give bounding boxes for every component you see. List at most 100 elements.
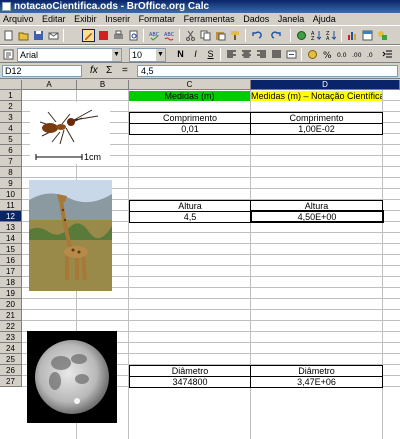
menu-arquivo[interactable]: Arquivo (0, 13, 37, 25)
column-header-d[interactable]: D (251, 80, 400, 90)
cell-c1[interactable]: Medidas (m) (129, 91, 250, 101)
svg-text:ABC: ABC (164, 32, 175, 38)
row-header[interactable]: 21 (0, 310, 22, 321)
menu-exibir[interactable]: Exibir (71, 13, 100, 25)
delete-decimal-icon[interactable]: .0 (366, 48, 379, 61)
copy-icon[interactable] (199, 29, 212, 42)
undo-icon[interactable] (250, 29, 263, 42)
menu-inserir[interactable]: Inserir (102, 13, 133, 25)
spellcheck-icon[interactable]: ABC (148, 29, 161, 42)
cell-d26[interactable]: 3,47E+06 (250, 376, 383, 388)
row-header[interactable]: 14 (0, 233, 22, 244)
row-header[interactable]: 25 (0, 354, 22, 365)
giraffe-image[interactable] (29, 180, 112, 291)
row-header[interactable]: 16 (0, 255, 22, 266)
sort-ascending-icon[interactable]: AZ (310, 29, 323, 42)
cell-c4[interactable]: 0,01 (129, 123, 251, 135)
row-header[interactable]: 1 (0, 90, 22, 101)
show-draw-functions-icon[interactable] (376, 29, 389, 42)
cut-icon[interactable] (184, 29, 197, 42)
chart-icon[interactable] (346, 29, 359, 42)
row-header[interactable]: 26 (0, 365, 22, 376)
percent-format-icon[interactable]: % (321, 48, 334, 61)
sort-descending-icon[interactable]: ZA (325, 29, 338, 42)
open-icon[interactable] (17, 29, 30, 42)
row-header[interactable]: 6 (0, 145, 22, 156)
cell-c12[interactable]: 4,5 (129, 211, 251, 223)
formula-input[interactable]: 4,5 (137, 65, 398, 77)
row-header[interactable]: 10 (0, 189, 22, 200)
add-decimal-icon[interactable]: .00 (351, 48, 364, 61)
chevron-down-icon[interactable]: ▼ (112, 49, 121, 61)
font-name-combo[interactable]: Arial ▼ (17, 48, 122, 62)
standard-format-icon[interactable]: 0.0 (336, 48, 349, 61)
paste-icon[interactable] (214, 29, 227, 42)
column-header-b[interactable]: B (77, 80, 129, 90)
row-header[interactable]: 7 (0, 156, 22, 167)
row-header[interactable]: 20 (0, 299, 22, 310)
name-box[interactable]: D12 (2, 65, 82, 77)
row-header[interactable]: 3 (0, 112, 22, 123)
merge-cells-icon[interactable] (285, 48, 298, 61)
sum-icon[interactable]: Σ (106, 65, 112, 77)
styles-formatting-icon[interactable] (2, 48, 15, 61)
select-all-corner[interactable] (0, 80, 22, 90)
toolbar-separator (341, 29, 342, 42)
export-pdf-icon[interactable] (97, 29, 110, 42)
align-right-icon[interactable] (255, 48, 268, 61)
row-header[interactable]: 24 (0, 343, 22, 354)
save-icon[interactable] (32, 29, 45, 42)
row-header[interactable]: 4 (0, 123, 22, 134)
ant-image[interactable]: 1cm (30, 102, 110, 164)
moon-image[interactable] (27, 331, 117, 423)
datapilot-icon[interactable] (361, 29, 374, 42)
chevron-down-icon[interactable]: ▼ (156, 49, 165, 61)
cell-d12-active[interactable]: 4,50E+00 (250, 210, 384, 223)
row-header[interactable]: 9 (0, 178, 22, 189)
function-icon[interactable]: = (122, 65, 128, 77)
cell-c26[interactable]: 3474800 (129, 376, 251, 388)
menu-janela[interactable]: Janela (275, 13, 308, 25)
row-header[interactable]: 13 (0, 222, 22, 233)
align-left-icon[interactable] (225, 48, 238, 61)
underline-button[interactable]: S (204, 48, 217, 61)
justify-icon[interactable] (270, 48, 283, 61)
row-header[interactable]: 27 (0, 376, 22, 387)
currency-format-icon[interactable] (306, 48, 319, 61)
autospellcheck-icon[interactable]: ABC (163, 29, 176, 42)
row-header[interactable]: 2 (0, 101, 22, 112)
row-header[interactable]: 5 (0, 134, 22, 145)
hyperlink-icon[interactable] (295, 29, 308, 42)
row-header[interactable]: 19 (0, 288, 22, 299)
indent-icon[interactable] (381, 48, 394, 61)
align-center-icon[interactable] (240, 48, 253, 61)
format-paintbrush-icon[interactable] (229, 29, 242, 42)
menu-editar[interactable]: Editar (39, 13, 69, 25)
print-preview-icon[interactable] (127, 29, 140, 42)
row-header[interactable]: 22 (0, 321, 22, 332)
row-header[interactable]: 8 (0, 167, 22, 178)
edit-file-icon[interactable] (82, 29, 95, 42)
row-header[interactable]: 17 (0, 266, 22, 277)
font-size-combo[interactable]: 10 ▼ (129, 48, 166, 62)
email-icon[interactable] (47, 29, 60, 42)
new-document-icon[interactable] (2, 29, 15, 42)
row-header[interactable]: 15 (0, 244, 22, 255)
row-header[interactable]: 23 (0, 332, 22, 343)
menu-ferramentas[interactable]: Ferramentas (181, 13, 238, 25)
row-header[interactable]: 12 (0, 211, 22, 222)
italic-button[interactable]: I (189, 48, 202, 61)
row-header[interactable]: 18 (0, 277, 22, 288)
bold-button[interactable]: N (174, 48, 187, 61)
redo-icon[interactable] (270, 29, 283, 42)
column-header-c[interactable]: C (129, 80, 251, 90)
cell-d4[interactable]: 1,00E-02 (250, 123, 383, 135)
function-wizard-icon[interactable]: fx (90, 65, 98, 77)
print-icon[interactable] (112, 29, 125, 42)
menu-formatar[interactable]: Formatar (136, 13, 179, 25)
menu-ajuda[interactable]: Ajuda (310, 13, 339, 25)
cell-d1[interactable]: Medidas (m) – Notação Científica (251, 91, 382, 101)
row-header[interactable]: 11 (0, 200, 22, 211)
menu-dados[interactable]: Dados (240, 13, 272, 25)
column-header-a[interactable]: A (22, 80, 77, 90)
